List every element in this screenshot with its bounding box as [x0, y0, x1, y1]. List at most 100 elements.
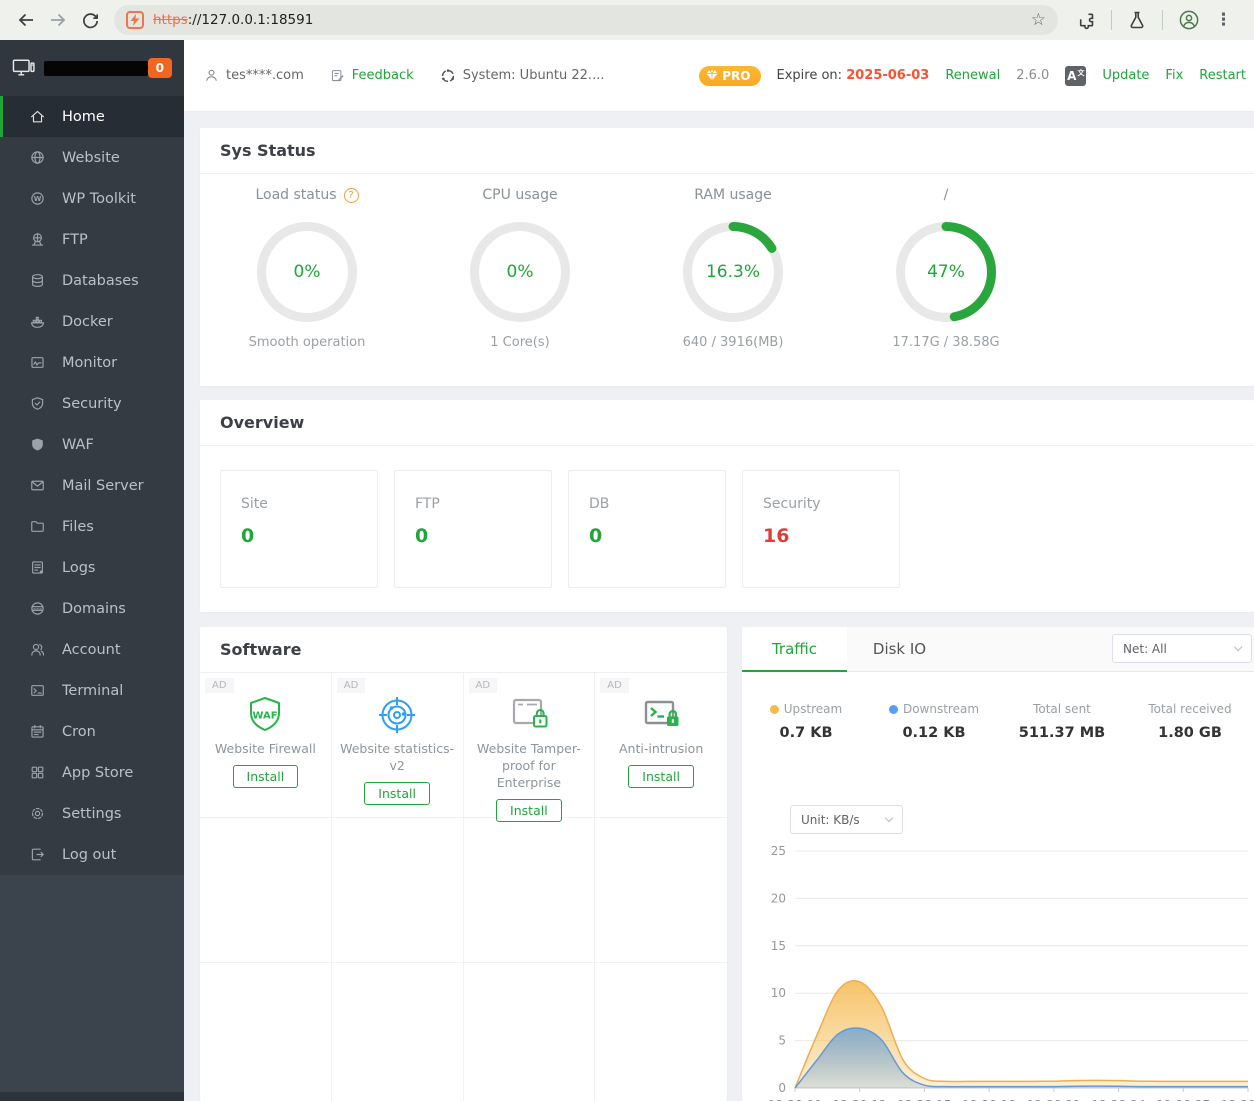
gauge-value: 47% — [927, 262, 965, 282]
user-account[interactable]: tes****.com — [204, 68, 304, 83]
sidebar-item-terminal[interactable]: Terminal — [0, 670, 184, 711]
unit-select[interactable]: Unit: KB/s — [790, 805, 903, 834]
install-button[interactable]: Install — [364, 781, 430, 805]
sidebar-item-label: Logs — [62, 559, 96, 576]
sidebar-item-label: Terminal — [62, 682, 124, 699]
tab-disk-io[interactable]: Disk IO — [847, 627, 952, 672]
stat-label-text: Total sent — [1033, 702, 1091, 716]
sidebar-item-label: App Store — [62, 764, 134, 781]
browser-back-button[interactable] — [10, 4, 42, 36]
flask-icon[interactable] — [1127, 10, 1147, 30]
server-name-redacted — [44, 60, 148, 76]
software-card: Software AD WAF Website Firewall Install AD W… — [200, 627, 727, 1101]
toolbar-divider — [1111, 10, 1112, 30]
svg-text:0: 0 — [778, 1081, 786, 1095]
traffic-stats-row: Upstream 0.7 KB Downstream 0.12 KB Total sen… — [742, 702, 1254, 741]
stat-label-text: Total received — [1148, 702, 1232, 716]
overview-title: Overview — [200, 400, 1254, 446]
user-name: tes****.com — [226, 68, 304, 83]
install-button[interactable]: Install — [232, 764, 299, 788]
sidebar-item-cron[interactable]: Cron — [0, 711, 184, 752]
sidebar-item-website[interactable]: Website — [0, 137, 184, 178]
reload-icon — [82, 12, 98, 28]
fix-link[interactable]: Fix — [1165, 68, 1183, 83]
gauge-label: / — [846, 184, 1046, 206]
software-cell-empty — [464, 963, 596, 1101]
svg-text:20: 20 — [771, 891, 786, 905]
sidebar-item-files[interactable]: Files — [0, 506, 184, 547]
sidebar-item-account[interactable]: Account — [0, 629, 184, 670]
sidebar-item-waf[interactable]: WAF — [0, 424, 184, 465]
anti-intrusion-icon — [640, 695, 682, 735]
browser-reload-button[interactable] — [74, 4, 106, 36]
overview-box-site[interactable]: Site 0 — [220, 470, 378, 588]
sidebar-item-logs[interactable]: Logs — [0, 547, 184, 588]
sidebar-item-mail-server[interactable]: Mail Server — [0, 465, 184, 506]
extensions-icon[interactable] — [1076, 10, 1096, 30]
language-icon[interactable]: A文 — [1065, 65, 1087, 86]
sidebar-item-domains[interactable]: www Domains — [0, 588, 184, 629]
sidebar-item-monitor[interactable]: Monitor — [0, 342, 184, 383]
stat-label: Upstream — [742, 702, 870, 716]
gauge-ring: 47% — [894, 220, 998, 324]
sidebar-item-app-store[interactable]: App Store — [0, 752, 184, 793]
expire-label: Expire on: — [776, 68, 843, 83]
sidebar-item-log-out[interactable]: Log out — [0, 834, 184, 875]
sidebar-item-label: Files — [62, 518, 94, 535]
software-grid: AD WAF Website Firewall Install AD Website st… — [200, 673, 727, 1101]
shield-solid-icon — [29, 436, 46, 453]
sidebar-item-label: Account — [62, 641, 121, 658]
overview-box-db[interactable]: DB 0 — [568, 470, 726, 588]
overview-box-security[interactable]: Security 16 — [742, 470, 900, 588]
sidebar-item-settings[interactable]: Settings — [0, 793, 184, 834]
overview-box-ftp[interactable]: FTP 0 — [394, 470, 552, 588]
pro-badge[interactable]: PRO — [699, 65, 761, 86]
net-select[interactable]: Net: All — [1112, 634, 1252, 663]
browser-menu-icon[interactable]: ⋮ — [1215, 10, 1232, 30]
overview-box-value: 16 — [763, 525, 790, 547]
feedback-link[interactable]: Feedback — [330, 68, 414, 83]
overview-boxes: Site 0 FTP 0 DB 0 Security 16 — [220, 470, 900, 588]
feedback-label: Feedback — [351, 68, 414, 83]
install-button[interactable]: Install — [628, 764, 694, 788]
sidebar-item-label: Docker — [62, 313, 113, 330]
overview-card: Overview Site 0 FTP 0 DB 0 Security 16 — [200, 400, 1254, 612]
help-icon[interactable]: ? — [343, 187, 359, 203]
gauge-label-text: RAM usage — [694, 187, 772, 203]
legend-dot-icon — [888, 704, 898, 714]
ad-tag: AD — [468, 678, 498, 693]
svg-text:www: www — [33, 607, 42, 611]
gauge-label-text: CPU usage — [482, 187, 558, 203]
sidebar-item-ftp[interactable]: FTP — [0, 219, 184, 260]
stat-value: 0.7 KB — [779, 725, 833, 741]
message-count-badge[interactable]: 0 — [147, 58, 172, 78]
gauge-label: Load status? — [207, 184, 407, 206]
sidebar-item-label: FTP — [62, 231, 88, 248]
ad-tag: AD — [600, 678, 629, 693]
sidebar-item-databases[interactable]: Databases — [0, 260, 184, 301]
profile-avatar-icon[interactable] — [1178, 9, 1200, 31]
bookmark-star-icon[interactable]: ☆ — [1031, 11, 1046, 29]
sidebar-item-security[interactable]: Security — [0, 383, 184, 424]
unit-select-value: Unit: KB/s — [801, 812, 860, 827]
svg-text:10: 10 — [771, 986, 786, 1000]
update-link[interactable]: Update — [1102, 68, 1149, 83]
traffic-stat-total-sent: Total sent 511.37 MB — [998, 702, 1126, 741]
sidebar-item-docker[interactable]: Docker — [0, 301, 184, 342]
software-cell: AD Anti-intrusion Install — [595, 673, 727, 818]
tab-traffic[interactable]: Traffic — [742, 627, 847, 672]
restart-link[interactable]: Restart — [1199, 68, 1246, 83]
ad-tag: AD — [336, 678, 366, 693]
sidebar: 0 Home Website W WP Toolkit FTP Databases Dock… — [0, 40, 184, 1101]
sys-status-card: Sys Status Load status? 0% Smooth operatio… — [200, 128, 1254, 386]
software-cell-empty — [200, 963, 332, 1101]
site-favicon-lightning-icon — [126, 11, 144, 29]
gauge-value: 0% — [293, 262, 321, 282]
gauge-1: CPU usage 0% 1 Core(s) — [420, 184, 620, 350]
address-bar[interactable]: https://127.0.0.1:18591 ☆ — [114, 5, 1058, 35]
browser-forward-button[interactable] — [42, 4, 74, 36]
sidebar-item-wp-toolkit[interactable]: W WP Toolkit — [0, 178, 184, 219]
stat-value: 511.37 MB — [1018, 725, 1106, 741]
sidebar-item-home[interactable]: Home — [0, 96, 184, 137]
renewal-link[interactable]: Renewal — [945, 68, 1000, 83]
